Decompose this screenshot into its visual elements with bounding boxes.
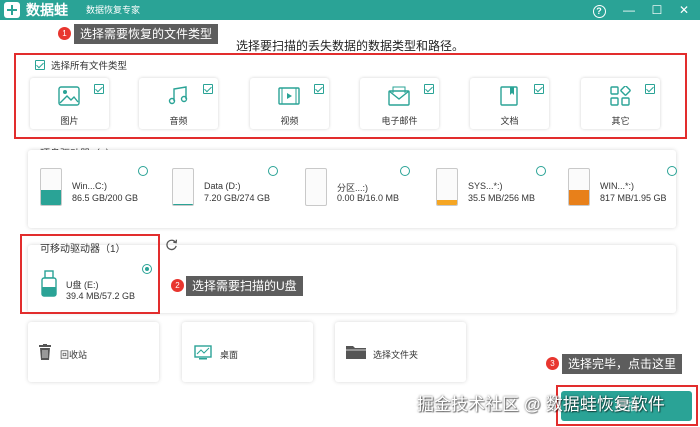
title-bar: 数据蛙 数据恢复专家 ? — ☐ ✕ (0, 0, 700, 20)
document-icon (500, 86, 518, 106)
usb-drive-radio[interactable] (142, 264, 152, 274)
file-type-image[interactable]: 图片 (30, 78, 109, 129)
file-type-label: 电子邮件 (381, 116, 418, 126)
mail-icon (388, 86, 410, 106)
checkbox-icon (534, 84, 544, 94)
file-type-document[interactable]: 文档 (470, 78, 549, 129)
drive-radio[interactable] (138, 166, 148, 176)
file-type-video[interactable]: 视频 (250, 78, 329, 129)
file-type-label: 图片 (60, 116, 79, 126)
drive-name: WIN...*:) (600, 181, 634, 191)
removable-drives-label: 可移动驱动器（1） (40, 244, 126, 255)
drive-size: 817 MB/1.95 GB (600, 193, 667, 203)
drive-name: SYS...*:) (468, 181, 503, 191)
checkbox-icon (424, 84, 434, 94)
select-all-label: 选择所有文件类型 (51, 61, 128, 72)
step1-callout: 选择需要恢复的文件类型 (74, 24, 219, 44)
app-logo: 数据蛙 (4, 2, 68, 18)
step2-number: 2 (171, 279, 184, 292)
close-button[interactable]: ✕ (675, 1, 693, 19)
video-icon (278, 87, 300, 105)
usb-drive-icon (41, 270, 57, 297)
file-type-label: 视频 (280, 116, 299, 126)
refresh-icon[interactable] (165, 238, 178, 251)
drive-size: 0.00 B/16.0 MB (337, 193, 400, 203)
other-icon (610, 86, 631, 106)
drive-item[interactable]: 分区...:) 0.00 B/16.0 MB (297, 164, 427, 208)
drive-size: 35.5 MB/256 MB (468, 193, 536, 203)
usb-drive-name: U盘 (E:) (66, 280, 99, 290)
logo-text: 数据蛙 (26, 2, 68, 18)
usb-drive-item[interactable]: U盘 (E:) 39.4 MB/57.2 GB (34, 262, 156, 306)
file-type-label: 音频 (169, 116, 188, 126)
file-type-label: 文档 (500, 116, 519, 126)
drive-radio[interactable] (536, 166, 546, 176)
app-subtitle: 数据恢复专家 (86, 5, 141, 15)
help-icon: ? (592, 5, 606, 18)
drive-size: 7.20 GB/274 GB (204, 193, 271, 203)
location-label: 桌面 (220, 350, 239, 360)
drive-name: Data (D:) (204, 181, 241, 191)
location-recycle-bin[interactable]: 回收站 (28, 322, 159, 382)
desktop-icon (194, 345, 212, 360)
drive-icon (436, 168, 458, 206)
location-choose-folder[interactable]: 选择文件夹 (335, 322, 466, 382)
drive-usage-fill (437, 199, 457, 205)
drive-radio[interactable] (400, 166, 410, 176)
drive-item[interactable]: Data (D:) 7.20 GB/274 GB (164, 164, 294, 208)
maximize-button[interactable]: ☐ (648, 1, 666, 19)
drive-icon (172, 168, 194, 206)
file-type-other[interactable]: 其它 (581, 78, 660, 129)
music-icon (168, 86, 188, 105)
usb-drive-size: 39.4 MB/57.2 GB (66, 291, 136, 301)
page-heading: 选择要扫描的丢失数据的数据类型和路径。 (236, 39, 465, 53)
drive-radio[interactable] (268, 166, 278, 176)
drive-usage-fill (173, 203, 193, 205)
step3-number: 3 (546, 357, 559, 370)
checkbox-icon (645, 84, 655, 94)
location-label: 回收站 (60, 350, 88, 360)
drive-radio[interactable] (667, 166, 677, 176)
help-button[interactable]: ? (590, 1, 608, 19)
drive-icon (40, 168, 62, 206)
drive-usage-fill (41, 189, 61, 205)
minimize-button[interactable]: — (620, 1, 638, 19)
drive-item[interactable]: SYS...*:) 35.5 MB/256 MB (428, 164, 558, 208)
file-type-email[interactable]: 电子邮件 (360, 78, 439, 129)
drive-usage-fill (569, 189, 589, 205)
drive-item[interactable]: WIN...*:) 817 MB/1.95 GB (560, 164, 690, 208)
watermark: 掘金技术社区 @ 数据蛙恢复软件 (417, 395, 665, 414)
drive-icon (305, 168, 327, 206)
drive-item[interactable]: Win...C:) 86.5 GB/200 GB (32, 164, 162, 208)
step2-callout: 选择需要扫描的U盘 (186, 276, 303, 296)
folder-icon (346, 346, 366, 359)
recycle-bin-icon (39, 344, 51, 360)
checkbox-icon (94, 84, 104, 94)
step1-number: 1 (58, 27, 71, 40)
logo-icon (4, 2, 20, 18)
drive-size: 86.5 GB/200 GB (72, 193, 139, 203)
step3-callout: 选择完毕，点击这里 (562, 354, 683, 374)
drive-icon (568, 168, 590, 206)
location-desktop[interactable]: 桌面 (182, 322, 313, 382)
file-type-label: 其它 (611, 116, 630, 126)
checkbox-icon (203, 84, 213, 94)
file-type-audio[interactable]: 音频 (139, 78, 218, 129)
checkbox-icon (314, 84, 324, 94)
image-icon (58, 86, 80, 106)
select-all-checkbox[interactable]: 选择所有文件类型 (35, 58, 127, 72)
select-all-check-icon (35, 60, 45, 70)
drive-name: Win...C:) (72, 181, 107, 191)
location-label: 选择文件夹 (373, 350, 419, 360)
